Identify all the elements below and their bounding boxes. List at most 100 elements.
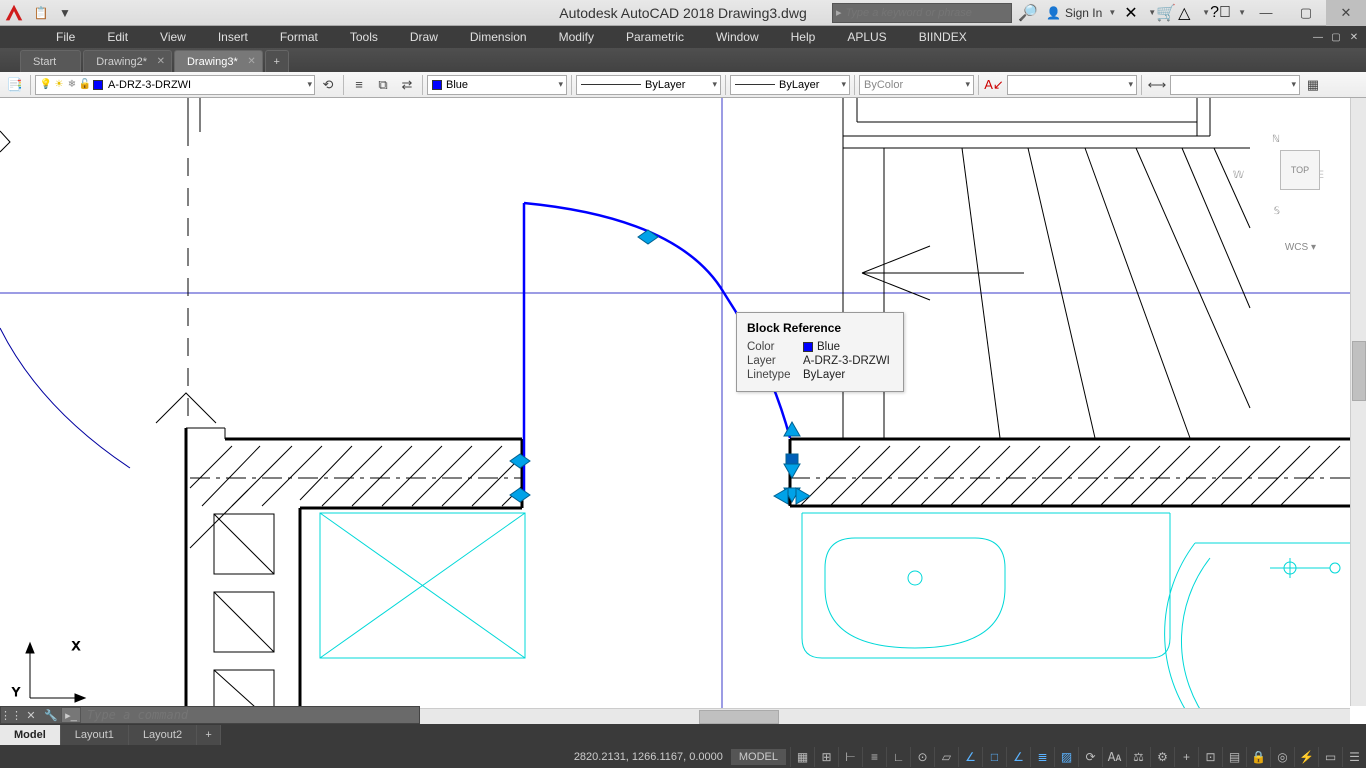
transparency-toggle[interactable]: ▨ xyxy=(1054,747,1078,767)
tab-start[interactable]: Start xyxy=(20,50,81,72)
hardware-accel-toggle[interactable]: ⚡ xyxy=(1294,747,1318,767)
cube-face[interactable]: TOP xyxy=(1280,150,1320,190)
close-button[interactable]: ✕ xyxy=(1326,0,1366,26)
close-icon[interactable]: ✕ xyxy=(157,56,165,67)
plotstyle-dropdown[interactable]: ByColor ▾ xyxy=(859,75,974,95)
menu-draw[interactable]: Draw xyxy=(394,30,454,44)
dimension-icon[interactable]: ⟷ xyxy=(1146,74,1168,96)
doc-close-button[interactable]: ✕ xyxy=(1346,30,1362,44)
dimstyle-dropdown[interactable]: ▾ xyxy=(1170,75,1300,95)
layers-panel-icon[interactable]: 📑 xyxy=(4,74,26,96)
otrack-toggle[interactable]: ∠ xyxy=(1006,747,1030,767)
textstyle-icon[interactable]: A↙ xyxy=(983,74,1005,96)
cart-icon[interactable]: 🛒 xyxy=(1156,3,1178,23)
layout-tab-model[interactable]: Model xyxy=(0,725,61,745)
customize-toggle[interactable]: ☰ xyxy=(1342,747,1366,767)
menu-format[interactable]: Format xyxy=(264,30,334,44)
menu-parametric[interactable]: Parametric xyxy=(610,30,700,44)
command-input[interactable] xyxy=(81,707,419,723)
lineweight-dropdown[interactable]: ByLayer ▾ xyxy=(730,75,850,95)
menu-help[interactable]: Help xyxy=(775,30,832,44)
minimize-button[interactable]: — xyxy=(1246,0,1286,26)
new-tab-button[interactable]: + xyxy=(265,50,289,72)
search-box[interactable]: ▸ xyxy=(832,3,1012,23)
layout-tab-layout2[interactable]: Layout2 xyxy=(129,725,197,745)
scrollbar-thumb[interactable] xyxy=(1352,341,1366,401)
menu-view[interactable]: View xyxy=(144,30,202,44)
vertical-scrollbar[interactable] xyxy=(1350,98,1366,706)
ortho-toggle[interactable]: ∟ xyxy=(886,747,910,767)
search-input[interactable] xyxy=(842,7,1011,19)
doc-minimize-button[interactable]: — xyxy=(1310,30,1326,44)
wcs-label[interactable]: WCS ▾ xyxy=(1285,242,1316,253)
table-icon[interactable]: ▦ xyxy=(1302,74,1324,96)
cmd-close-icon[interactable]: ✕ xyxy=(21,707,41,723)
maximize-button[interactable]: ▢ xyxy=(1286,0,1326,26)
annoscale-toggle[interactable]: ⚖ xyxy=(1126,747,1150,767)
workspace-toggle[interactable]: ⚙ xyxy=(1150,747,1174,767)
separator xyxy=(854,75,855,95)
lock-ui-toggle[interactable]: 🔒 xyxy=(1246,747,1270,767)
tab-drawing2[interactable]: Drawing2*✕ xyxy=(83,50,172,72)
isodraft-toggle[interactable]: ▱ xyxy=(934,747,958,767)
snap-toggle[interactable]: ⊞ xyxy=(814,747,838,767)
doc-restore-button[interactable]: ▢ xyxy=(1328,30,1344,44)
menu-aplus[interactable]: APLUS xyxy=(831,30,902,44)
quickprops-toggle[interactable]: ▤ xyxy=(1222,747,1246,767)
cmd-handle-icon[interactable]: ⋮⋮ xyxy=(1,707,21,723)
layer-match-icon[interactable]: ⇄ xyxy=(396,74,418,96)
menu-modify[interactable]: Modify xyxy=(543,30,610,44)
menu-edit[interactable]: Edit xyxy=(91,30,144,44)
menu-window[interactable]: Window xyxy=(700,30,775,44)
infer-toggle[interactable]: ⊢ xyxy=(838,747,862,767)
autocad-logo-icon[interactable] xyxy=(0,0,28,26)
annotation-monitor-toggle[interactable]: + xyxy=(1174,747,1198,767)
binoculars-icon[interactable]: 🔎 xyxy=(1018,3,1038,23)
cmd-wrench-icon[interactable]: 🔧 xyxy=(41,707,61,723)
menu-tools[interactable]: Tools xyxy=(334,30,394,44)
help-icon[interactable]: ?⃝ xyxy=(1210,4,1236,22)
polar-toggle[interactable]: ⊙ xyxy=(910,747,934,767)
linetype-dropdown[interactable]: ByLayer ▾ xyxy=(576,75,721,95)
view-cube[interactable]: ℕ 𝔼 𝕊 𝕎 TOP WCS ▾ xyxy=(1236,130,1326,270)
add-layout-button[interactable]: + xyxy=(197,725,221,745)
3dosnap-toggle[interactable]: □ xyxy=(982,747,1006,767)
quick-access-toolbar: 📋 ▼ xyxy=(32,4,74,22)
scrollbar-thumb[interactable] xyxy=(699,710,779,724)
grid-toggle[interactable]: ▦ xyxy=(790,747,814,767)
menu-insert[interactable]: Insert xyxy=(202,30,264,44)
layer-state-icon[interactable]: ≡ xyxy=(348,74,370,96)
layout-tab-layout1[interactable]: Layout1 xyxy=(61,725,129,745)
osnap-toggle[interactable]: ∠ xyxy=(958,747,982,767)
horizontal-scrollbar[interactable] xyxy=(420,708,1350,724)
qat-dropdown-icon[interactable]: ▼ xyxy=(56,4,74,22)
isolate-toggle[interactable]: ◎ xyxy=(1270,747,1294,767)
menu-dimension[interactable]: Dimension xyxy=(454,30,543,44)
units-toggle[interactable]: ⊡ xyxy=(1198,747,1222,767)
layer-dropdown[interactable]: 💡 ☀ ❄ 🔓 A-DRZ-3-DRZWI ▾ xyxy=(35,75,315,95)
layout-tabs: Model Layout1 Layout2 + xyxy=(0,724,1366,746)
dynamic-input-toggle[interactable]: ≡ xyxy=(862,747,886,767)
menu-biindex[interactable]: BIINDEX xyxy=(903,30,983,44)
selection-cycling-toggle[interactable]: ⟳ xyxy=(1078,747,1102,767)
lineweight-toggle[interactable]: ≣ xyxy=(1030,747,1054,767)
signin-button[interactable]: 👤 Sign In ▼ xyxy=(1038,6,1124,20)
cloud-icon[interactable]: △ xyxy=(1178,3,1200,23)
chevron-down-icon[interactable]: ▼ xyxy=(1202,8,1210,17)
menu-file[interactable]: File xyxy=(40,30,91,44)
layer-iso-icon[interactable]: ⧉ xyxy=(372,74,394,96)
tab-drawing3[interactable]: Drawing3*✕ xyxy=(174,50,263,72)
cleanscreen-toggle[interactable]: ▭ xyxy=(1318,747,1342,767)
layer-previous-icon[interactable]: ⟲ xyxy=(317,74,339,96)
annotation-toggle[interactable]: 🗛 xyxy=(1102,747,1126,767)
drawing-canvas[interactable]: X Y xyxy=(0,98,1366,724)
exchange-icon[interactable]: ✕ xyxy=(1124,3,1146,23)
chevron-down-icon[interactable]: ▼ xyxy=(1148,8,1156,17)
chevron-down-icon[interactable]: ▼ xyxy=(1238,8,1246,17)
model-space-toggle[interactable]: MODEL xyxy=(731,749,786,765)
paste-icon[interactable]: 📋 xyxy=(32,4,50,22)
command-line[interactable]: ⋮⋮ ✕ 🔧 ▸_ xyxy=(0,706,420,724)
close-icon[interactable]: ✕ xyxy=(247,56,255,67)
color-dropdown[interactable]: Blue ▾ xyxy=(427,75,567,95)
textstyle-dropdown[interactable]: ▾ xyxy=(1007,75,1137,95)
